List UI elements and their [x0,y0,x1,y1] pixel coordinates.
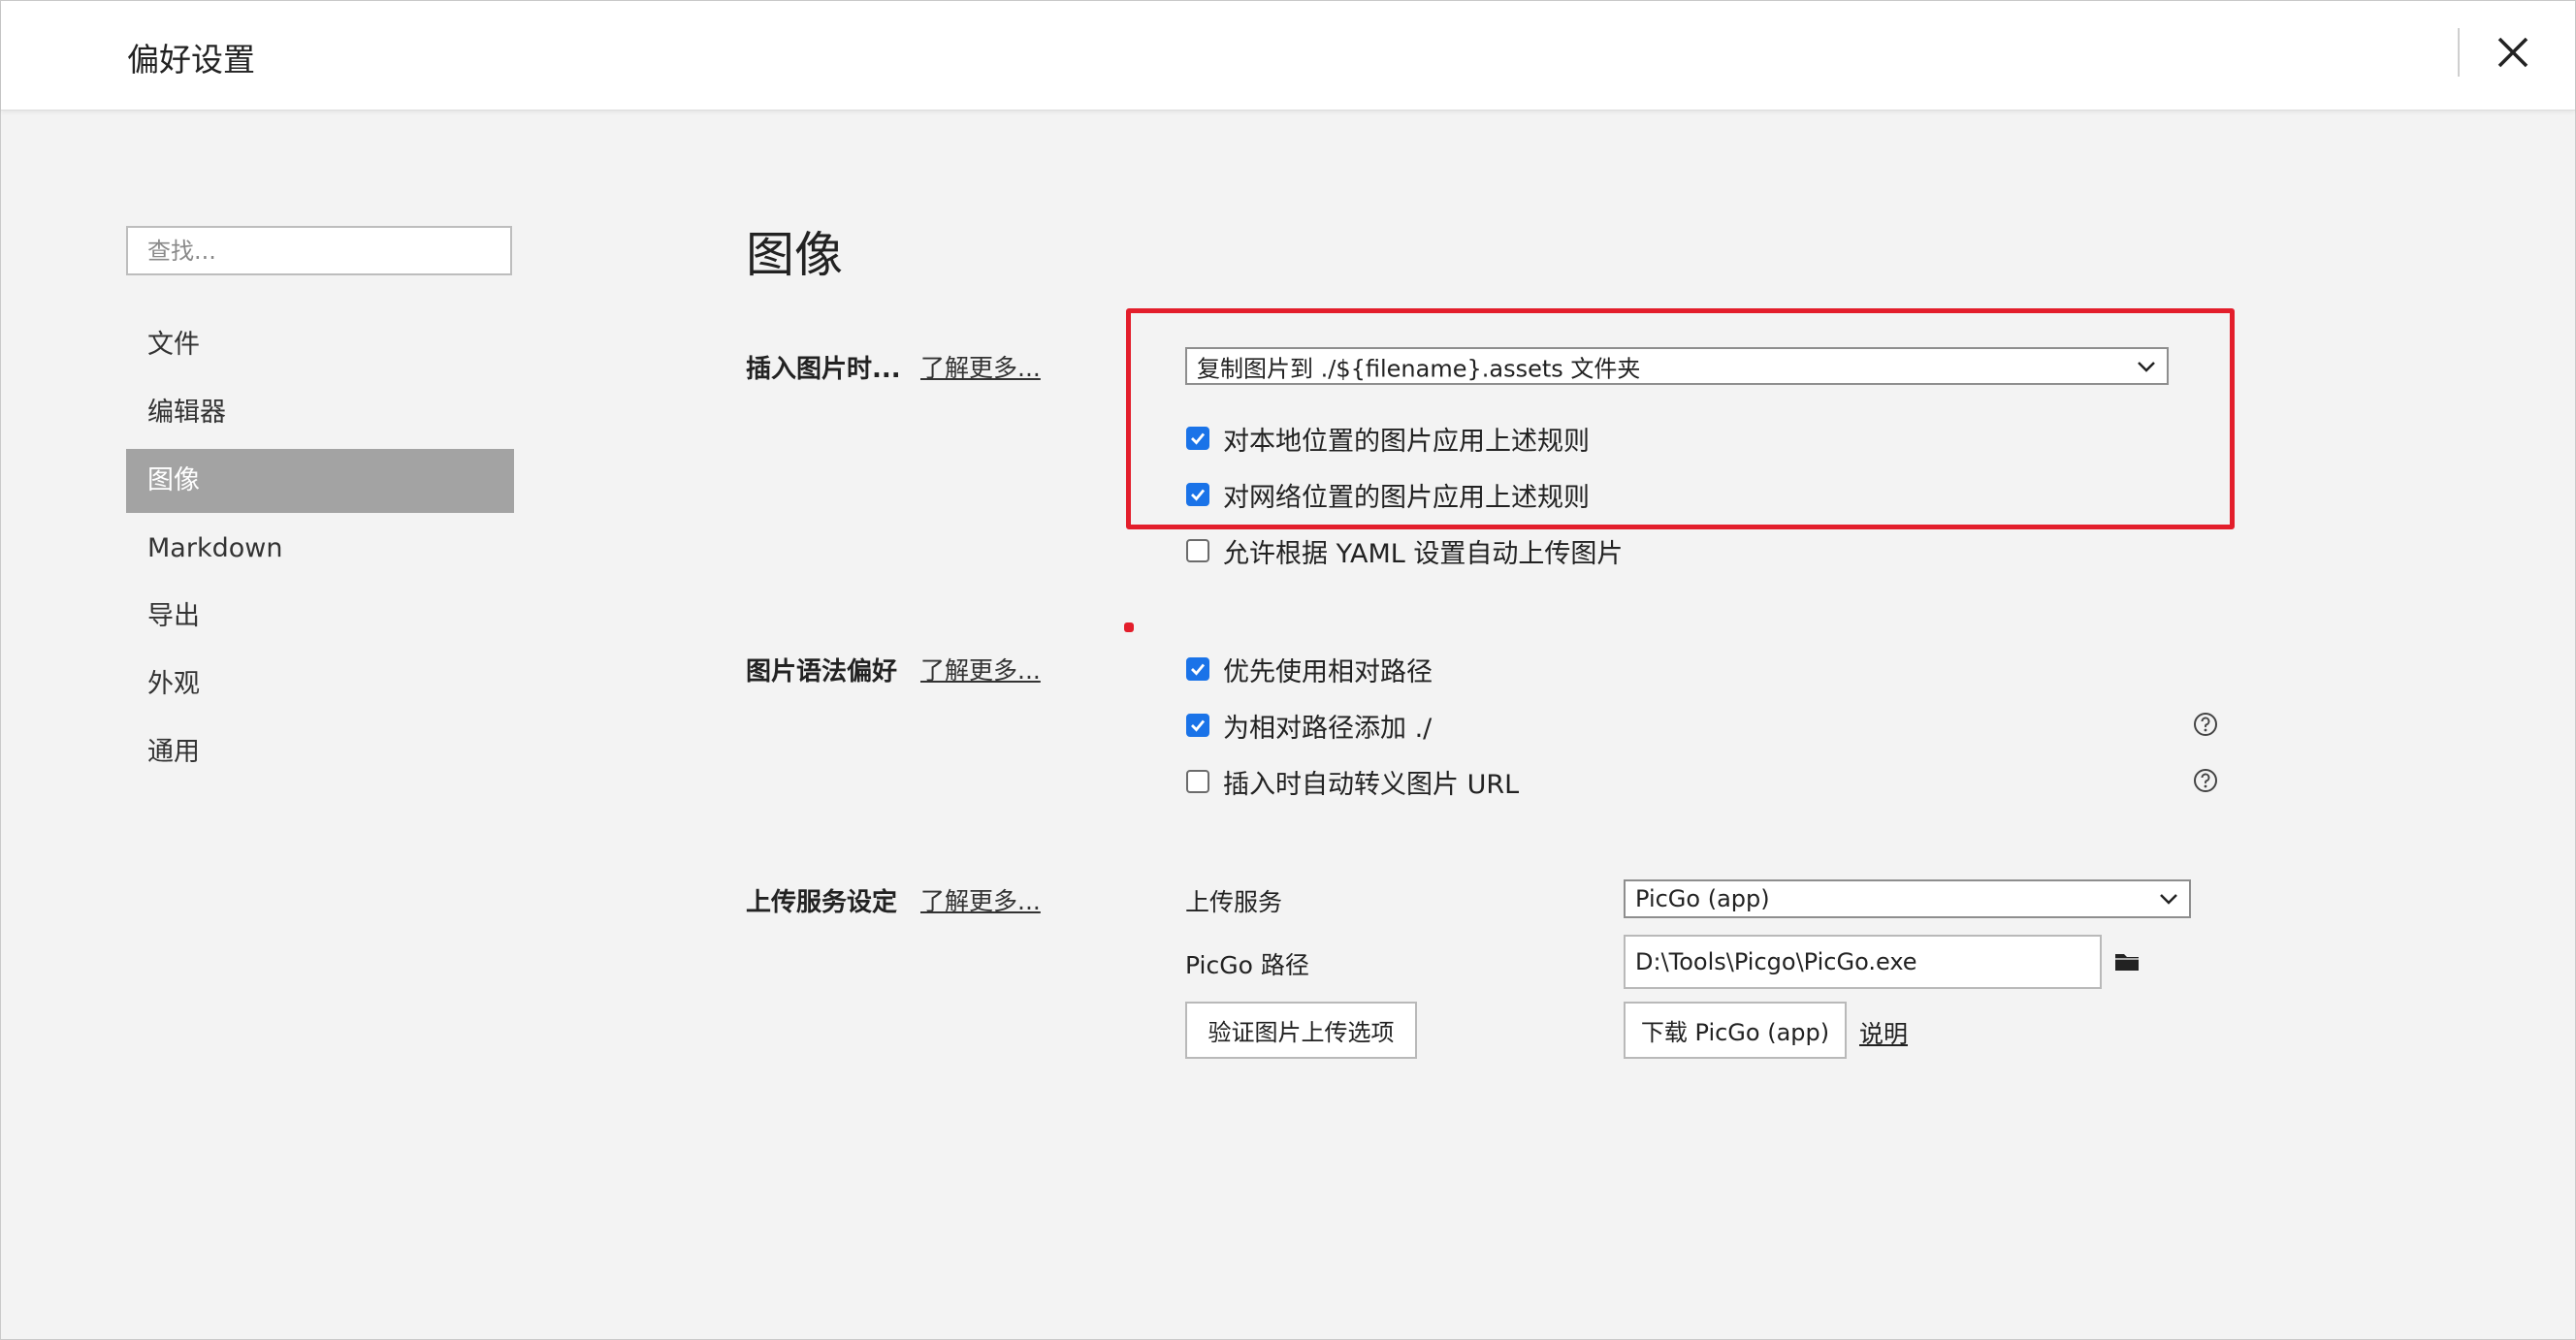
insert-image-learn-more-link[interactable]: 了解更多... [920,349,1041,384]
upload-service-select[interactable]: PicGo (app) [1624,879,2191,918]
highlight-box-image-syntax [1124,622,1134,632]
upload-service-learn-more-link[interactable]: 了解更多... [920,882,1041,917]
title-bar: 偏好设置 [1,1,2575,111]
prefer-relative-label: 优先使用相对路径 [1223,656,1433,687]
image-syntax-label: 图片语法偏好 [746,657,898,686]
upload-service-label: 上传服务设定 [746,888,898,917]
checkbox-checked-icon [1186,714,1209,737]
window-title: 偏好设置 [127,41,255,79]
highlight-box-insert-image [1126,308,2235,529]
picgo-path-input[interactable] [1624,935,2102,989]
add-dot-slash-checkbox[interactable]: 为相对路径添加 ./ [1186,706,1432,745]
title-separator [2458,28,2460,77]
auto-escape-url-checkbox[interactable]: 插入时自动转义图片 URL [1186,762,1519,801]
page-title: 图像 [746,227,843,283]
sidebar-item-file[interactable]: 文件 [126,313,514,377]
checkbox-unchecked-icon [1186,770,1209,793]
sidebar-item-image[interactable]: 图像 [126,449,514,513]
picgo-path-label: PicGo 路径 [1185,951,1309,979]
close-icon [2497,37,2528,68]
sidebar-item-appearance[interactable]: 外观 [126,653,514,717]
auto-escape-url-label: 插入时自动转义图片 URL [1223,769,1520,800]
chevron-down-icon [2160,894,2177,905]
image-syntax-learn-more-link[interactable]: 了解更多... [920,652,1041,686]
picgo-help-link[interactable]: 说明 [1859,1015,1908,1050]
help-button-dot-slash[interactable] [2193,712,2218,737]
checkbox-checked-icon [1186,657,1209,681]
checkbox-unchecked-icon [1186,539,1209,562]
upload-service-value: PicGo (app) [1635,885,1770,912]
browse-folder-button[interactable] [2113,950,2141,973]
sidebar-item-markdown[interactable]: Markdown [126,517,514,581]
add-dot-slash-label: 为相对路径添加 ./ [1223,713,1433,744]
verify-upload-button[interactable]: 验证图片上传选项 [1185,1002,1417,1059]
prefer-relative-checkbox[interactable]: 优先使用相对路径 [1186,650,1433,688]
preferences-window: 偏好设置 文件 编辑器 图像 Markdown 导出 外观 通用 图像 插入图片… [0,0,2576,1340]
allow-yaml-upload-label: 允许根据 YAML 设置自动上传图片 [1223,538,1624,569]
allow-yaml-upload-checkbox[interactable]: 允许根据 YAML 设置自动上传图片 [1186,531,1623,570]
insert-image-label: 插入图片时... [746,355,901,384]
download-picgo-button[interactable]: 下载 PicGo (app) [1624,1002,1847,1059]
folder-icon [2115,954,2139,971]
sidebar-item-export[interactable]: 导出 [126,585,514,649]
close-button[interactable] [2494,30,2532,75]
sidebar-nav: 文件 编辑器 图像 Markdown 导出 外观 通用 [126,313,514,788]
sidebar-item-general[interactable]: 通用 [126,720,514,784]
question-circle-icon [2194,769,2217,792]
help-button-escape-url[interactable] [2193,768,2218,793]
question-circle-icon [2194,713,2217,736]
sidebar-item-editor[interactable]: 编辑器 [126,381,514,445]
search-input[interactable] [126,226,512,275]
upload-service-field-label: 上传服务 [1185,888,1283,916]
